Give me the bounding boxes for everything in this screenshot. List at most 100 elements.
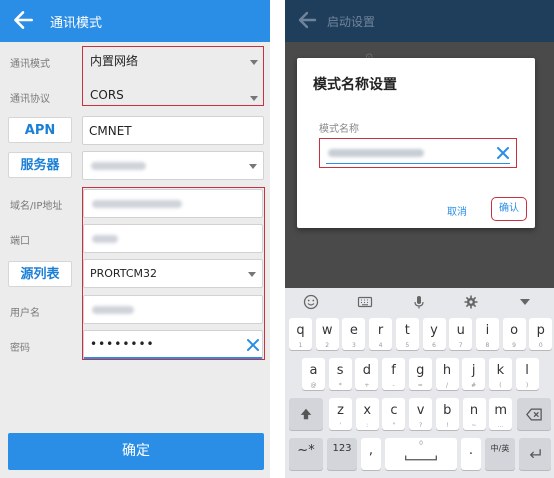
key-x[interactable]: :x [355, 398, 379, 430]
keyboard-icon[interactable] [357, 294, 373, 310]
screenshot-stage: 通讯模式 通讯模式 内置网络 通讯协议 CORS APN CMNET 服务器 域… [0, 0, 554, 478]
key-l[interactable]: ) l [515, 358, 539, 390]
server-select[interactable] [82, 151, 264, 180]
key-label: z [337, 403, 344, 418]
dialog-confirm-button[interactable]: 确认 [491, 197, 527, 221]
comm-mode-screen: 通讯模式 通讯模式 内置网络 通讯协议 CORS APN CMNET 服务器 域… [0, 0, 270, 478]
source-table-select[interactable]: PRORTCM32 [83, 259, 263, 288]
emoji-icon[interactable] [303, 294, 319, 310]
source-table-button[interactable]: 源列表 [8, 261, 72, 287]
key-n[interactable]: ~ n [462, 398, 486, 430]
comm-protocol-select[interactable]: CORS [90, 88, 124, 102]
key-p[interactable]: 0p [529, 318, 553, 350]
keyboard-toolbar [285, 288, 554, 316]
username-input[interactable] [83, 295, 263, 324]
key-secondary-label: 0 [538, 342, 543, 349]
shift-key[interactable] [289, 398, 323, 430]
key-v[interactable]: ? v [409, 398, 433, 430]
key-f[interactable]: -f [382, 358, 406, 390]
password-input[interactable]: •••••••• [83, 330, 263, 359]
chevron-down-icon[interactable] [250, 60, 258, 65]
backspace-key[interactable] [517, 398, 551, 430]
chevron-down-icon[interactable] [249, 164, 257, 169]
symbols-key[interactable]: ~* [289, 438, 323, 470]
key-label: l [525, 363, 529, 378]
key-label: . [468, 443, 474, 458]
confirm-button[interactable]: 确定 [8, 433, 264, 470]
key-g[interactable]: = g [408, 358, 432, 390]
key-label: w [321, 323, 333, 338]
key-z[interactable]: ' z [329, 398, 352, 430]
key-d[interactable]: + d [355, 358, 379, 390]
key-k[interactable]: (k [488, 358, 512, 390]
key-label: g [416, 363, 425, 378]
key-u[interactable]: 7u [449, 318, 473, 350]
comm-mode-label: 通讯模式 [10, 59, 50, 70]
key-w[interactable]: 2w [315, 318, 339, 350]
key-secondary-label: 6 [432, 342, 436, 349]
key-secondary-label: @ [310, 382, 317, 389]
port-input[interactable] [83, 224, 263, 253]
key-secondary-label: * [338, 382, 342, 389]
clear-icon[interactable] [246, 338, 260, 352]
key-b[interactable]: ! b [435, 398, 459, 430]
settings-icon[interactable] [463, 294, 479, 310]
key-secondary-label: … [497, 422, 504, 429]
arrow-left-icon[interactable] [295, 8, 319, 32]
key-label: ~* [297, 443, 315, 458]
key-y[interactable]: 6y [422, 318, 446, 350]
key-secondary-label: 7 [458, 342, 463, 349]
comm-mode-select[interactable]: 内置网络 [90, 52, 138, 69]
mode-name-input[interactable] [319, 138, 517, 168]
username-label: 用户名 [10, 308, 40, 319]
key-secondary-label: : [366, 422, 369, 429]
apn-button[interactable]: APN [8, 117, 72, 143]
arrow-left-icon[interactable] [10, 7, 36, 33]
key-label: q [296, 323, 305, 338]
key-label: c [390, 403, 398, 418]
period-key[interactable]: . [461, 438, 481, 470]
key-r[interactable]: 4r [369, 318, 393, 350]
collapse-icon[interactable] [517, 294, 533, 310]
domain-ip-input[interactable] [83, 189, 263, 218]
key-secondary-label: / [445, 382, 449, 389]
key-label: v [416, 403, 425, 418]
server-button[interactable]: 服务器 [8, 152, 72, 178]
key-secondary-label: ' [339, 422, 342, 429]
key-e[interactable]: 3e [342, 318, 366, 350]
key-label: o [510, 323, 519, 338]
key-a[interactable]: @ a [302, 358, 325, 390]
key-label: r [377, 323, 384, 338]
chevron-down-icon[interactable] [248, 272, 256, 277]
key-o[interactable]: 9o [502, 318, 526, 350]
enter-key[interactable] [519, 438, 551, 470]
key-label: s [336, 363, 344, 378]
numbers-key[interactable]: 123 [327, 438, 357, 470]
key-secondary-label: ! [446, 422, 449, 429]
key-q[interactable]: 1q [289, 318, 312, 350]
key-label: k [496, 363, 505, 378]
key-t[interactable]: 5t [395, 318, 419, 350]
key-s[interactable]: * s [328, 358, 352, 390]
key-label: t [404, 323, 410, 338]
key-label: e [349, 323, 358, 338]
key-h[interactable]: / h [435, 358, 459, 390]
comma-key[interactable]: , [361, 438, 381, 470]
key-secondary-label: ( [499, 382, 502, 389]
clear-icon[interactable] [496, 146, 510, 160]
key-label: f [391, 363, 396, 378]
space-icon [405, 455, 437, 461]
blurred-username-value [92, 306, 134, 314]
key-j[interactable]: # j [462, 358, 486, 390]
chevron-down-icon[interactable] [250, 96, 258, 101]
key-c[interactable]: " c [382, 398, 406, 430]
key-label: i [485, 323, 490, 338]
language-key[interactable]: 中/英 [485, 438, 515, 470]
space-key[interactable]: 0 [385, 438, 457, 470]
key-m[interactable]: … m [489, 398, 513, 430]
cancel-button[interactable]: 取消 [447, 203, 467, 218]
apn-input[interactable]: CMNET [82, 116, 264, 145]
microphone-icon[interactable] [411, 294, 427, 310]
key-i[interactable]: 8i [475, 318, 499, 350]
key-label: x [363, 403, 372, 418]
